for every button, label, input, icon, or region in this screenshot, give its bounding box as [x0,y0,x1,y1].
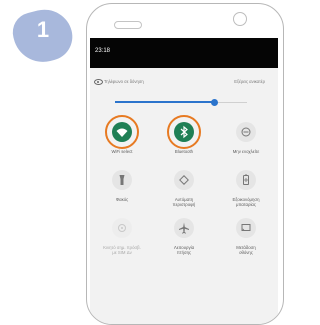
speaker-icon [114,21,142,29]
wifi-highlight-ring [105,115,139,149]
tile-airplane-mode[interactable]: Λειτουργία πτήσης [154,218,214,255]
battery-icon [236,170,256,190]
tile-airplane-mode-label: Λειτουργία πτήσης [173,245,195,255]
status-time: 23:18 [95,48,111,54]
camera-icon [233,12,247,26]
tile-cast-label: Μετάδοση οθόνης [236,245,256,255]
tile-flashlight-label: Φακός [115,197,129,202]
tile-auto-rotate[interactable]: Αυτόματη περιστροφή [154,170,214,207]
tile-battery-saver[interactable]: Εξοικονόμηση μπαταρίας [216,170,276,207]
minus-circle-icon [236,122,256,142]
airplane-icon [174,218,194,238]
tile-hotspot-label: Κινητό σημ. πρόσβ. με SIM Δν [103,245,141,255]
brightness-fill [115,101,214,103]
brightness-thumb[interactable] [211,99,218,106]
tile-bluetooth-label: Bluetooth [174,149,194,154]
phone-screen: 23:18 Τηλέφωνο σε δόνηση Εξέρεις ανικατέ… [90,38,278,324]
tile-wifi-label: WiFi select [111,149,133,154]
hotspot-icon [112,218,132,238]
tile-cast[interactable]: Μετάδοση οθόνης [216,218,276,255]
brightness-slider[interactable] [115,98,247,108]
tile-flashlight[interactable]: Φακός [92,170,152,202]
rotate-icon [174,170,194,190]
flashlight-icon [112,170,132,190]
edit-text[interactable]: Εξέρεις ανικατέρ [234,79,265,84]
status-bar: 23:18 [90,38,278,68]
step-number: 1 [36,17,50,42]
tile-do-not-disturb[interactable]: Μην ενοχλείτε [216,122,276,154]
ringer-mode-text[interactable]: Τηλέφωνο σε δόνηση [104,79,144,84]
tile-battery-saver-label: Εξοικονόμηση μπαταρίας [232,197,260,207]
phone-frame: 23:18 Τηλέφωνο σε δόνηση Εξέρεις ανικατέ… [86,3,284,325]
tile-auto-rotate-label: Αυτόματη περιστροφή [172,197,196,207]
cast-icon [236,218,256,238]
tile-hotspot[interactable]: Κινητό σημ. πρόσβ. με SIM Δν [92,218,152,255]
vibrate-icon [94,79,103,85]
quick-settings-header: Τηλέφωνο σε δόνηση Εξέρεις ανικατέρ [90,77,278,89]
bluetooth-highlight-ring [167,115,201,149]
tile-do-not-disturb-label: Μην ενοχλείτε [232,149,260,154]
